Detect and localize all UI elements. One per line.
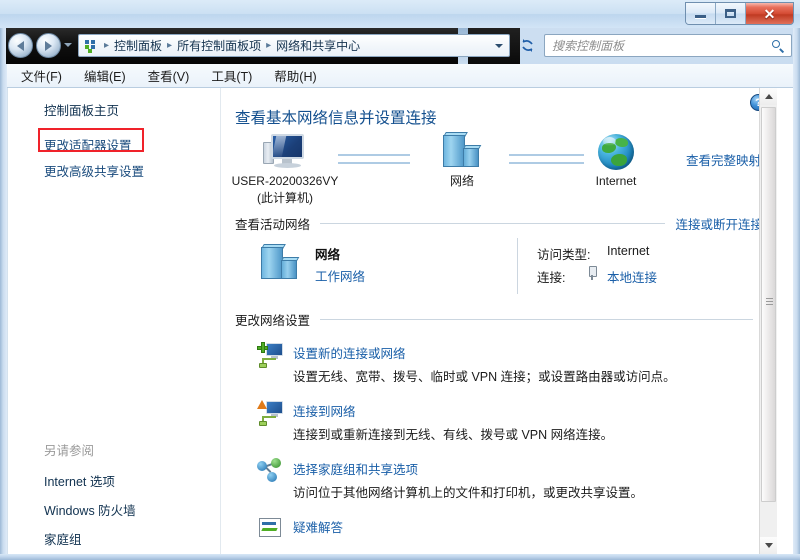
menu-tools[interactable]: 工具(T)	[211, 66, 252, 85]
minimize-button[interactable]	[686, 3, 716, 24]
view-full-map-link[interactable]: 查看完整映射	[686, 150, 761, 169]
close-button[interactable]: ✕	[746, 3, 793, 24]
content-pane: ? 查看基本网络信息并设置连接 USER-20200326VY (此计算机)	[221, 88, 777, 554]
connect-to-network-description: 连接到或重新连接到无线、有线、拨号或 VPN 网络连接。	[293, 428, 614, 442]
access-type-value: Internet	[607, 244, 650, 258]
recent-pages-chevron-down-icon[interactable]	[64, 43, 72, 47]
breadcrumb-separator-2: ▸	[266, 40, 272, 51]
chevron-up-icon	[764, 94, 773, 99]
homegroup-sharing-link[interactable]: 选择家庭组和共享选项	[293, 459, 418, 478]
connect-to-network-icon	[257, 400, 285, 426]
address-bar-dropdown-icon[interactable]	[491, 36, 507, 56]
window-frame-right	[793, 0, 800, 560]
menu-file[interactable]: 文件(F)	[21, 66, 62, 85]
close-icon: ✕	[763, 5, 776, 22]
active-network-icon	[257, 244, 303, 284]
network-map-node-network-name: 网络	[449, 174, 474, 188]
network-map-node-computer[interactable]: USER-20200326VY (此计算机)	[221, 132, 355, 206]
maximize-button[interactable]	[716, 3, 746, 24]
sidebar: 控制面板主页 更改适配器设置 更改高级共享设置 另请参阅 Internet 选项…	[8, 88, 220, 554]
breadcrumb-separator-1: ▸	[167, 40, 173, 51]
search-box[interactable]: 搜索控制面板	[544, 34, 792, 57]
forward-arrow-icon	[45, 40, 52, 51]
active-network-divider	[517, 238, 518, 294]
homegroup-sharing-description: 访问位于其他网络计算机上的文件和打印机，或更改共享设置。	[293, 486, 644, 500]
connect-or-disconnect-link[interactable]: 连接或断开连接	[675, 214, 763, 233]
page-title: 查看基本网络信息并设置连接	[235, 110, 437, 127]
breadcrumb-all-items[interactable]: 所有控制面板项	[174, 36, 264, 55]
change-settings-rule	[320, 318, 753, 320]
menu-view[interactable]: 查看(V)	[148, 66, 190, 85]
window-body: 控制面板主页 更改适配器设置 更改高级共享设置 另请参阅 Internet 选项…	[7, 88, 793, 554]
address-bar-row: ▸ 控制面板 ▸ 所有控制面板项 ▸ 网络和共享中心 搜索控制面板	[0, 28, 800, 64]
scroll-down-button[interactable]	[760, 537, 777, 554]
window-controls: ✕	[685, 2, 794, 25]
network-map: USER-20200326VY (此计算机) 网络 Internet 查看完整映…	[221, 132, 777, 210]
change-settings-title: 更改网络设置	[235, 313, 311, 328]
see-also-item-homegroup[interactable]: 家庭组	[44, 529, 82, 548]
troubleshoot-link[interactable]: 疑难解答	[293, 517, 343, 536]
sidebar-item-change-adapter-settings[interactable]: 更改适配器设置	[44, 135, 132, 154]
refresh-icon	[521, 39, 533, 52]
troubleshoot-icon	[257, 516, 285, 542]
title-bar-background	[0, 0, 800, 28]
connections-label: 连接:	[537, 271, 566, 285]
breadcrumb-separator-0: ▸	[104, 40, 110, 51]
active-networks-section-header: 查看活动网络 连接或断开连接	[235, 214, 763, 232]
network-map-node-computer-name: USER-20200326VY	[231, 174, 339, 188]
active-networks-title: 查看活动网络	[235, 217, 311, 232]
active-network-name: 网络	[315, 248, 341, 262]
menu-bar: 文件(F) 编辑(E) 查看(V) 工具(T) 帮助(H)	[7, 64, 793, 88]
scrollbar-grip-icon	[766, 298, 773, 305]
scrollbar-thumb[interactable]	[761, 107, 776, 502]
back-arrow-icon	[17, 40, 24, 51]
new-connection-icon	[257, 342, 285, 368]
globe-internet-icon	[598, 134, 634, 170]
network-adapter-icon	[587, 266, 597, 280]
homegroup-sharing-icon	[257, 458, 285, 484]
local-area-connection-link[interactable]: 本地连接	[607, 267, 657, 286]
address-bar[interactable]: ▸ 控制面板 ▸ 所有控制面板项 ▸ 网络和共享中心	[78, 34, 510, 57]
minimize-icon	[695, 15, 706, 18]
breadcrumb-control-panel[interactable]: 控制面板	[111, 36, 165, 55]
change-settings-section-header: 更改网络设置	[235, 310, 763, 328]
menu-edit[interactable]: 编辑(E)	[84, 66, 126, 85]
setup-new-connection-link[interactable]: 设置新的连接或网络	[293, 343, 406, 362]
access-type-label: 访问类型:	[537, 248, 591, 262]
breadcrumb-network-sharing-center[interactable]: 网络和共享中心	[273, 36, 363, 55]
sidebar-item-control-panel-home[interactable]: 控制面板主页	[44, 100, 119, 119]
refresh-button[interactable]	[516, 34, 538, 57]
setup-new-connection-description: 设置无线、宽带、拨号、临时或 VPN 连接；或设置路由器或访问点。	[293, 370, 676, 384]
see-also-item-internet-options[interactable]: Internet 选项	[44, 471, 115, 490]
sidebar-item-change-advanced-sharing-settings[interactable]: 更改高级共享设置	[44, 161, 144, 180]
network-map-node-computer-subtitle: (此计算机)	[257, 191, 313, 205]
menu-help[interactable]: 帮助(H)	[274, 66, 316, 85]
active-network-row: 网络 工作网络 访问类型: Internet 连接: 本地连接	[235, 236, 763, 298]
see-also-heading: 另请参阅	[44, 444, 95, 458]
window-frame-bottom	[0, 554, 800, 560]
vertical-scrollbar[interactable]	[759, 88, 777, 554]
forward-button[interactable]	[36, 33, 61, 58]
active-network-type-link[interactable]: 工作网络	[315, 266, 365, 285]
title-bar: ✕	[0, 0, 800, 28]
network-map-node-internet-name: Internet	[595, 174, 637, 188]
connect-to-network-link[interactable]: 连接到网络	[293, 401, 356, 420]
network-map-node-internet[interactable]: Internet	[546, 134, 686, 189]
search-input[interactable]: 搜索控制面板	[549, 37, 771, 54]
network-and-sharing-center-window: ✕ ▸ 控制面板 ▸ 所有控制面板项 ▸ 网络和共享中心 搜索控制面板 文件(F…	[0, 0, 800, 560]
see-also-item-windows-firewall[interactable]: Windows 防火墙	[44, 500, 136, 519]
scroll-up-button[interactable]	[760, 88, 777, 105]
computer-icon	[262, 132, 308, 172]
search-icon	[771, 39, 785, 53]
window-frame-left	[0, 0, 7, 560]
maximize-icon	[725, 9, 736, 18]
back-button[interactable]	[8, 33, 33, 58]
control-panel-icon	[83, 38, 99, 54]
active-networks-rule	[320, 222, 666, 224]
network-server-icon	[439, 132, 485, 172]
chevron-down-icon	[764, 543, 773, 548]
